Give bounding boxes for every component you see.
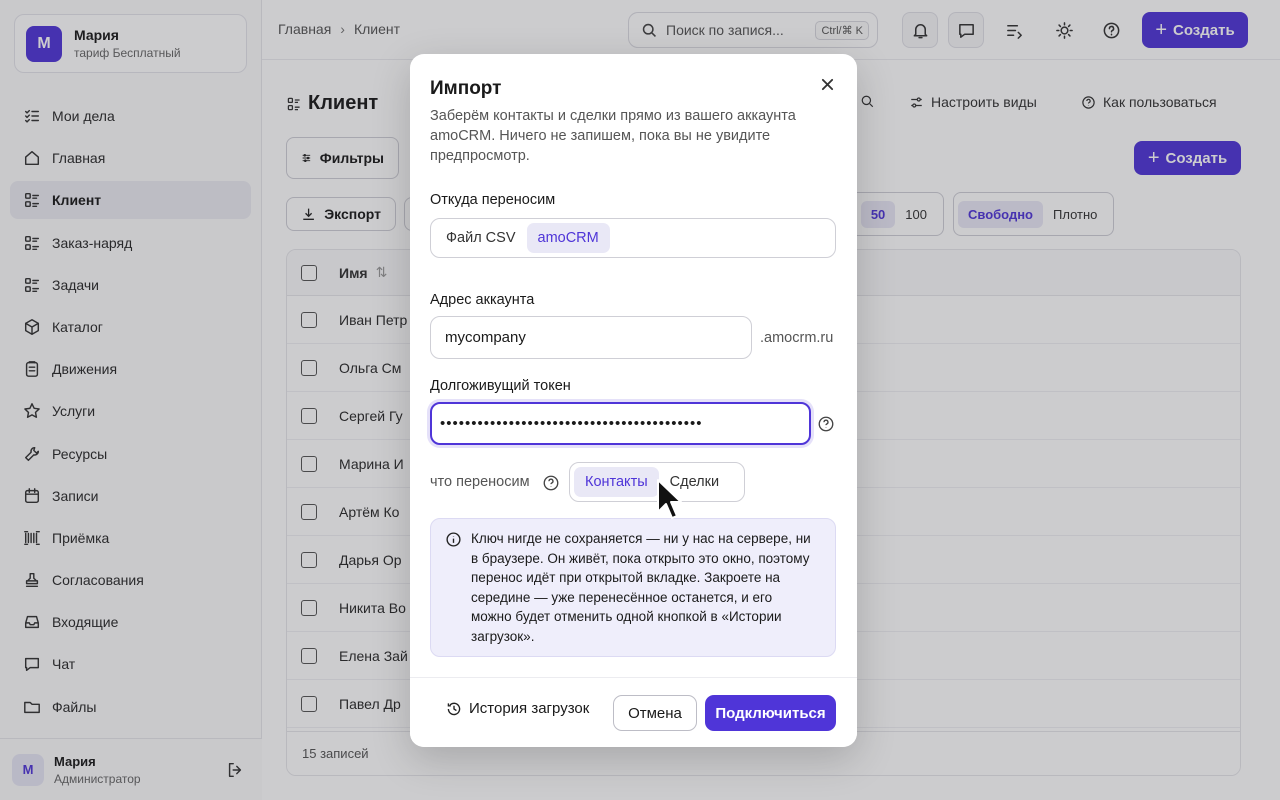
what-option-contacts[interactable]: Контакты bbox=[574, 467, 659, 497]
source-selector: Файл CSV amoCRM bbox=[430, 218, 836, 258]
connect-button[interactable]: Подключиться bbox=[705, 695, 836, 731]
info-callout: Ключ нигде не сохраняется — ни у нас на … bbox=[430, 518, 836, 657]
upload-history-button[interactable]: История загрузок bbox=[446, 700, 589, 717]
token-value: ••••••••••••••••••••••••••••••••••••••••… bbox=[440, 415, 703, 432]
account-address-input[interactable]: mycompany bbox=[430, 316, 752, 359]
close-button[interactable] bbox=[817, 74, 837, 94]
info-text: Ключ нигде не сохраняется — ни у нас на … bbox=[471, 531, 811, 644]
dialog-footer: История загрузок Отмена Подключиться bbox=[410, 677, 857, 747]
upload-history-label: История загрузок bbox=[469, 700, 590, 717]
source-option-amocrm[interactable]: amoCRM bbox=[526, 223, 610, 253]
what-help-icon[interactable] bbox=[542, 474, 560, 492]
source-option-csv[interactable]: Файл CSV bbox=[435, 223, 527, 253]
source-label: Откуда переносим bbox=[430, 192, 556, 208]
cancel-button[interactable]: Отмена bbox=[613, 695, 697, 731]
token-input[interactable]: ••••••••••••••••••••••••••••••••••••••••… bbox=[430, 402, 811, 445]
account-label: Адрес аккаунта bbox=[430, 292, 535, 308]
token-label: Долгоживущий токен bbox=[430, 378, 571, 394]
dialog-description: Заберём контакты и сделки прямо из вашег… bbox=[430, 108, 796, 164]
account-domain-suffix: .amocrm.ru bbox=[760, 330, 834, 346]
token-help-icon[interactable] bbox=[817, 415, 835, 433]
close-icon bbox=[821, 78, 833, 90]
import-dialog: Импорт Заберём контакты и сделки прямо и… bbox=[410, 54, 857, 747]
account-address-value: mycompany bbox=[445, 329, 526, 346]
what-label: что переносим bbox=[430, 474, 530, 490]
mouse-cursor-icon bbox=[657, 479, 682, 519]
info-icon bbox=[445, 531, 462, 548]
history-icon bbox=[447, 702, 461, 715]
dialog-title: Импорт bbox=[430, 78, 502, 99]
